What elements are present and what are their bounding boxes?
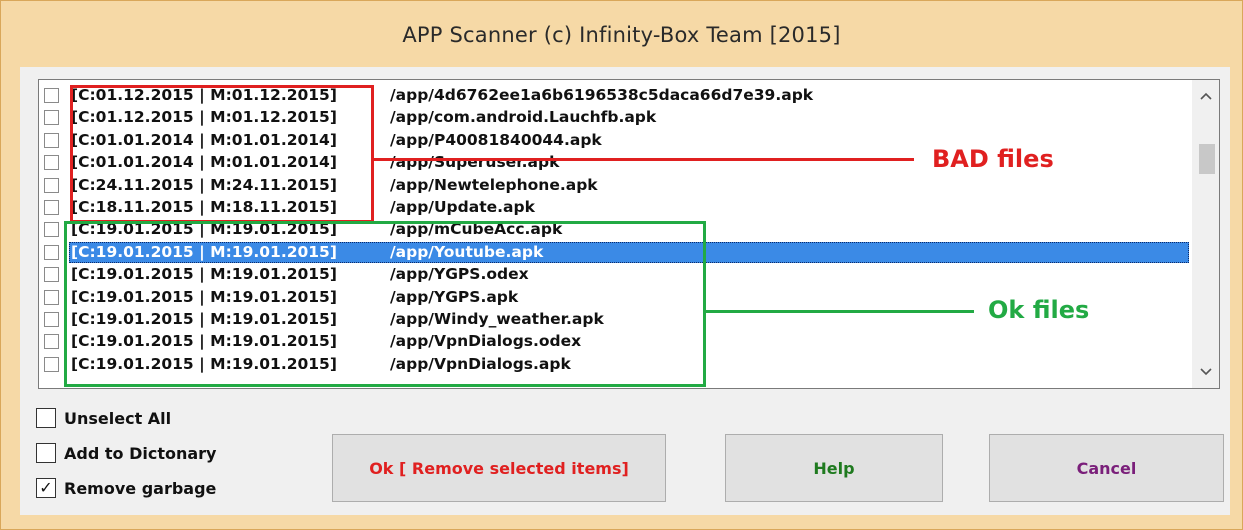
app-scanner-window: APP Scanner (c) Infinity-Box Team [2015]… (0, 0, 1243, 530)
remove-garbage-label: Remove garbage (64, 478, 217, 498)
unselect-all-box[interactable] (36, 408, 56, 428)
list-item-checkbox[interactable] (44, 267, 59, 283)
bad-files-highlight (70, 85, 374, 223)
ok-remove-selected-button[interactable]: Ok [ Remove selected items] (332, 434, 666, 502)
list-item-checkbox[interactable] (44, 244, 59, 260)
list-item-path: /app/Update.apk (390, 198, 535, 216)
bad-files-label: BAD files (932, 145, 1054, 173)
ok-button-label: Ok [ Remove selected items] (369, 458, 629, 478)
scrollbar-thumb[interactable] (1199, 144, 1215, 174)
list-item-checkbox[interactable] (44, 132, 59, 148)
ok-files-highlight (64, 221, 706, 387)
list-item-checkbox[interactable] (44, 110, 59, 126)
list-item-checkbox[interactable] (44, 200, 59, 215)
list-item-checkbox[interactable] (44, 356, 59, 372)
scroll-up-icon[interactable] (1192, 84, 1219, 108)
add-to-dictionary-label: Add to Dictonary (64, 443, 217, 463)
cancel-button[interactable]: Cancel (989, 434, 1224, 502)
add-to-dictionary-checkbox[interactable]: Add to Dictonary (36, 443, 216, 463)
help-button[interactable]: Help (725, 434, 943, 502)
remove-garbage-checkbox[interactable]: ✓ Remove garbage (36, 478, 216, 498)
help-button-label: Help (813, 458, 855, 478)
list-item-checkbox[interactable] (44, 88, 59, 103)
scroll-down-icon[interactable] (1192, 360, 1219, 384)
list-item-path: /app/com.android.Lauchfb.apk (390, 108, 657, 127)
ok-files-label: Ok files (988, 296, 1090, 324)
list-item-checkbox[interactable] (44, 177, 59, 193)
dialog-client-area: [C:01.12.2015 | M:01.12.2015]/app/4d6762… (20, 67, 1230, 515)
bad-files-connector (374, 158, 914, 161)
remove-garbage-box[interactable]: ✓ (36, 478, 56, 498)
unselect-all-label: Unselect All (64, 408, 172, 428)
unselect-all-checkbox[interactable]: Unselect All (36, 408, 171, 428)
list-item-path: /app/4d6762ee1a6b6196538c5daca66d7e39.ap… (390, 86, 814, 104)
vertical-scrollbar[interactable] (1192, 80, 1219, 388)
cancel-button-label: Cancel (1076, 458, 1137, 478)
ok-files-connector (706, 310, 974, 313)
list-item-checkbox[interactable] (44, 334, 59, 350)
list-item-path: /app/Superuser.apk (390, 153, 560, 172)
list-item-path: /app/P40081840044.apk (390, 130, 602, 149)
list-item-checkbox[interactable] (44, 289, 59, 305)
list-item-checkbox[interactable] (44, 222, 59, 238)
list-item-checkbox[interactable] (44, 312, 59, 327)
checkmark-icon: ✓ (39, 478, 53, 497)
add-to-dictionary-box[interactable] (36, 443, 56, 463)
window-title: APP Scanner (c) Infinity-Box Team [2015] (402, 23, 841, 47)
list-item-checkbox[interactable] (44, 155, 59, 171)
list-item-path: /app/Newtelephone.apk (390, 175, 598, 194)
